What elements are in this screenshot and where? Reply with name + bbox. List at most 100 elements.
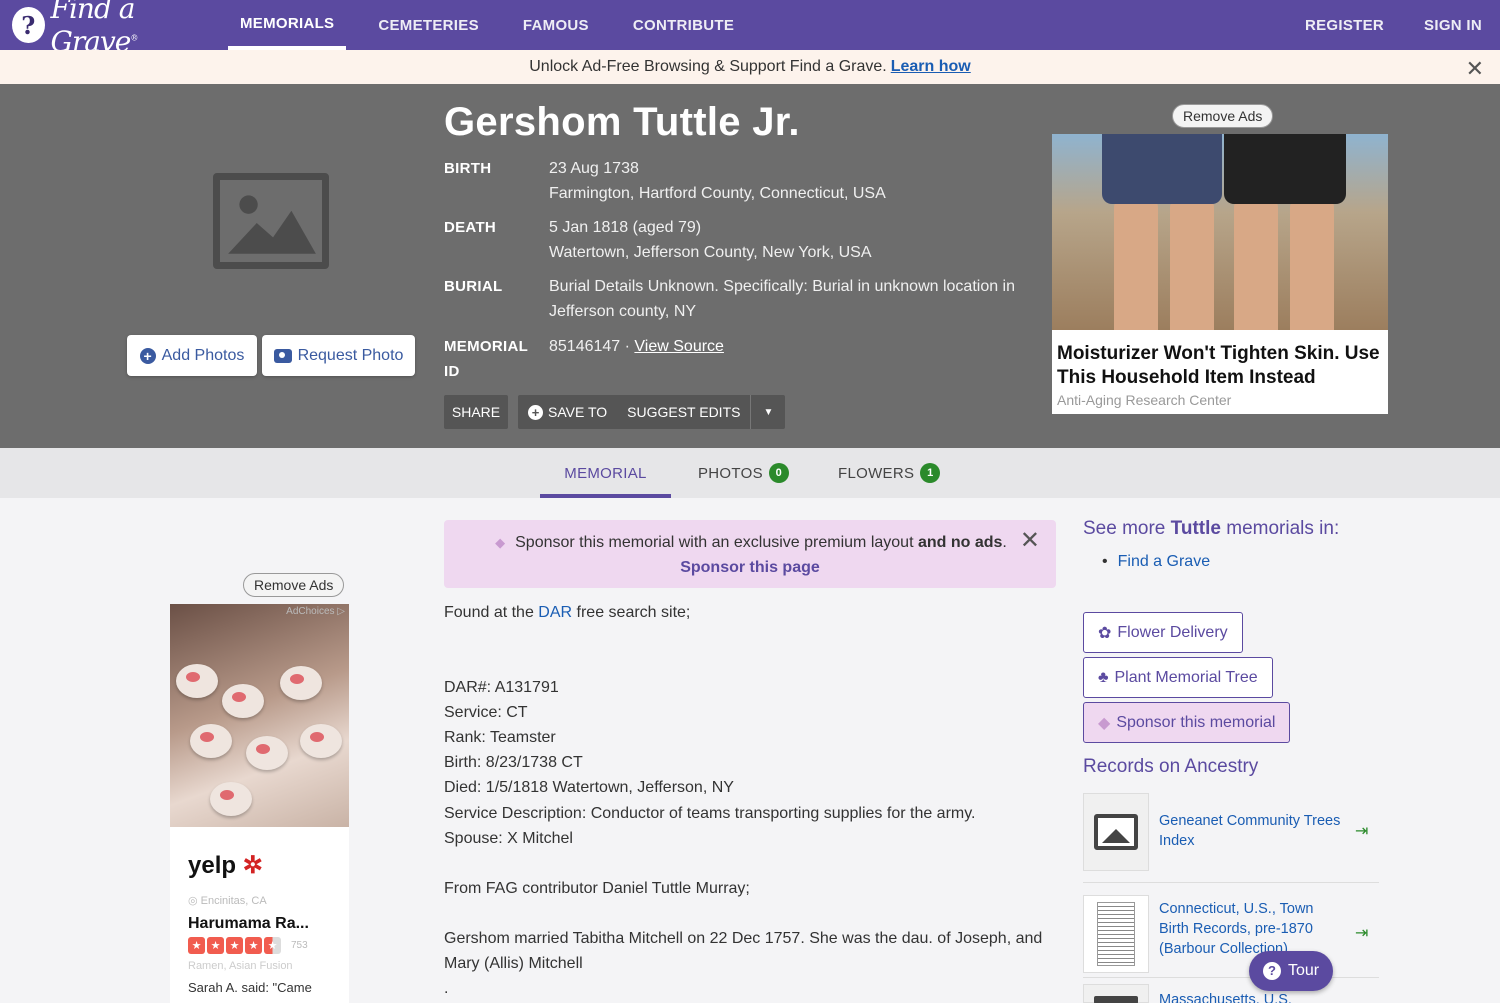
sponsor-this-page-link[interactable]: Sponsor this page — [680, 559, 820, 576]
banner-learn-how-link[interactable]: Learn how — [891, 58, 971, 76]
bio-line: Birth: 8/23/1738 CT — [444, 754, 583, 772]
death-date: 5 Jan 1818 (aged 79) — [549, 219, 702, 236]
bio-line: DAR#: A131791 — [444, 679, 559, 697]
remove-ads-button-top[interactable]: Remove Ads — [1172, 104, 1274, 128]
sponsor-memorial-button[interactable]: ◆ Sponsor this memorial — [1083, 702, 1291, 743]
sponsor-memorial-label: Sponsor this memorial — [1116, 713, 1276, 731]
memorial-id-label: MEMORIAL ID — [444, 334, 528, 384]
share-button[interactable]: SHARE — [444, 395, 508, 429]
plant-tree-label: Plant Memorial Tree — [1114, 668, 1258, 686]
advertisement-top[interactable]: Moisturizer Won't Tighten Skin. Use This… — [1052, 134, 1388, 414]
memorial-id: 85146147 · — [549, 338, 630, 355]
save-to-button[interactable]: + SAVE TO — [518, 395, 617, 429]
star-icon: ★ — [207, 937, 224, 954]
flower-delivery-label: Flower Delivery — [1117, 623, 1228, 641]
birth-place: Farmington, Hartford County, Connecticut… — [549, 185, 886, 202]
record-item[interactable]: Connecticut, U.S., Town Birth Records, p… — [1083, 895, 1379, 973]
birth-date: 23 Aug 1738 — [549, 160, 639, 177]
plant-memorial-tree-button[interactable]: ♣ Plant Memorial Tree — [1083, 657, 1273, 698]
half-star-icon: ★ — [264, 937, 281, 954]
tab-memorial[interactable]: MEMORIAL — [540, 448, 671, 498]
see-more-pre: See more — [1083, 518, 1166, 539]
sponsor-banner: ◆ Sponsor this memorial with an exclusive… — [444, 520, 1056, 588]
add-photos-button[interactable]: + Add Photos — [127, 335, 257, 376]
tour-label: Tour — [1287, 962, 1320, 979]
yelp-burst-icon: ✲ — [236, 852, 263, 879]
tab-flowers-label: FLOWERS — [838, 464, 915, 482]
camera-icon — [273, 348, 292, 363]
yelp-brand-text: yelp — [188, 852, 237, 879]
tour-button[interactable]: ? Tour — [1249, 951, 1333, 991]
plus-circle-icon: + — [528, 404, 543, 420]
nav-contribute[interactable]: CONTRIBUTE — [621, 0, 746, 50]
image-icon — [1094, 996, 1138, 1003]
find-a-grave-logo[interactable]: ? Find a Grave® — [12, 0, 212, 58]
account-nav: REGISTER SIGN IN — [1305, 0, 1482, 50]
bio-tail: . — [444, 980, 449, 998]
flower-delivery-button[interactable]: ✿ Flower Delivery — [1083, 612, 1243, 653]
more-actions-chevron-down-icon[interactable]: ▼ — [750, 395, 785, 429]
death-label: DEATH — [444, 219, 497, 236]
see-more-find-a-grave-link[interactable]: Find a Grave — [1102, 553, 1210, 571]
save-to-label: SAVE TO — [548, 404, 608, 420]
record-item[interactable]: Massachusetts, U.S. — [1083, 984, 1379, 1003]
record-thumbnail — [1083, 984, 1149, 1003]
nav-cemeteries[interactable]: CEMETERIES — [366, 0, 491, 50]
dar-link[interactable]: DAR — [538, 604, 572, 621]
add-photos-label: Add Photos — [161, 346, 245, 364]
ad-image — [1052, 134, 1388, 330]
sponsor-close-icon[interactable]: ✕ — [1020, 528, 1040, 553]
tab-photos[interactable]: PHOTOS 0 — [698, 448, 789, 498]
ad-free-banner: Unlock Ad-Free Browsing & Support Find a… — [0, 50, 1500, 84]
ad-business-name: Harumama Ra... — [188, 915, 309, 932]
bio-line: Died: 1/5/1818 Watertown, Jefferson, NY — [444, 779, 734, 797]
flowers-count-badge: 1 — [920, 463, 941, 483]
nav-register[interactable]: REGISTER — [1305, 0, 1384, 50]
burial-label: BURIAL — [444, 278, 503, 295]
nav-sign-in[interactable]: SIGN IN — [1424, 0, 1482, 50]
memorial-id-label-line-1: MEMORIAL — [444, 338, 529, 355]
nav-memorials[interactable]: MEMORIALS — [228, 0, 347, 50]
gem-icon: ◆ — [1098, 714, 1111, 732]
photos-count-badge: 0 — [768, 463, 789, 483]
flower-icon: ✿ — [1098, 624, 1112, 642]
ad-category: Ramen, Asian Fusion — [188, 960, 293, 972]
advertisement-left[interactable]: AdChoices ▷ yelp ✲ ◎ Encinitas, CA Harum… — [170, 604, 349, 1003]
bio-line: Service Description: Conductor of teams … — [444, 804, 976, 822]
plus-circle-icon: + — [139, 347, 156, 364]
memorial-actions-group: + SAVE TO SUGGEST EDITS ▼ — [518, 395, 786, 429]
remove-ads-button-left[interactable]: Remove Ads — [243, 573, 345, 597]
request-photo-button[interactable]: Request Photo — [262, 335, 415, 376]
ad-quote: Sarah A. said: "Came — [188, 980, 312, 995]
sponsor-text-bold: and no ads — [917, 534, 1003, 551]
suggest-edits-button[interactable]: SUGGEST EDITS — [617, 395, 750, 429]
photo-placeholder-icon — [213, 173, 329, 269]
image-icon — [1094, 814, 1138, 850]
bio-line: Spouse: X Mitchel — [444, 829, 573, 847]
ad-rating: ★ ★ ★ ★ ★ 753 — [170, 933, 349, 954]
logo-registered: ® — [130, 33, 138, 43]
tab-flowers[interactable]: FLOWERS 1 — [838, 448, 941, 498]
memorial-tabs: MEMORIAL PHOTOS 0 FLOWERS 1 — [0, 448, 1500, 498]
death-place: Watertown, Jefferson County, New York, U… — [549, 244, 872, 261]
request-photo-label: Request Photo — [297, 346, 404, 364]
see-more-heading: See more Tuttle memorials in: — [1083, 518, 1339, 540]
banner-close-icon[interactable]: ✕ — [1466, 56, 1484, 82]
sponsor-text: Sponsor this memorial with an exclusive … — [515, 534, 914, 551]
star-icon: ★ — [226, 937, 243, 954]
ad-review-count: 753 — [291, 940, 308, 951]
bio-line: Service: CT — [444, 704, 528, 722]
top-nav: ? Find a Grave® MEMORIALS CEMETERIES FAM… — [0, 0, 1500, 58]
ad-location-text: Encinitas, CA — [200, 895, 267, 907]
star-icon: ★ — [188, 937, 205, 954]
adchoices-icon[interactable]: AdChoices ▷ — [286, 606, 345, 617]
tab-photos-label: PHOTOS — [698, 464, 763, 482]
nav-famous[interactable]: FAMOUS — [511, 0, 601, 50]
bio-contributor: From FAG contributor Daniel Tuttle Murra… — [444, 879, 750, 897]
view-source-link[interactable]: View Source — [634, 338, 724, 355]
tree-icon: ♣ — [1098, 668, 1109, 686]
bio-line: Rank: Teamster — [444, 729, 556, 747]
bio-intro-pre: Found at the — [444, 604, 534, 621]
record-item[interactable]: Geneanet Community Trees Index ⇥ — [1083, 793, 1379, 871]
memorial-name: Gershom Tuttle Jr. — [444, 100, 800, 144]
